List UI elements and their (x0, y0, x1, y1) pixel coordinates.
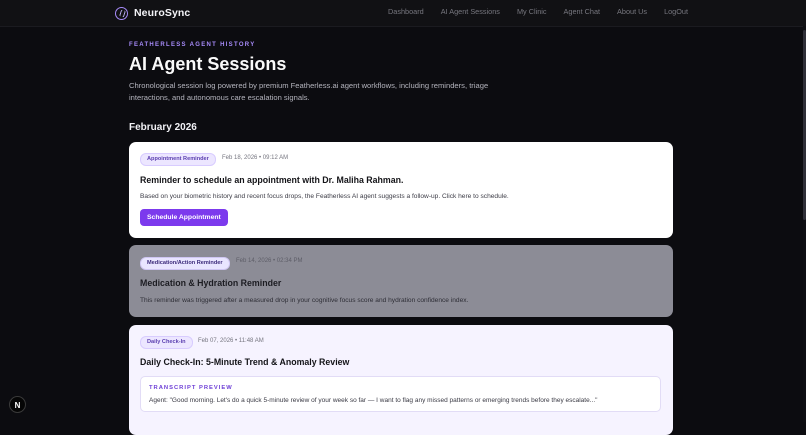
session-card-medication-reminder: Medication/Action Reminder Feb 14, 2026 … (129, 245, 673, 317)
top-navigation-bar: NeuroSync Dashboard AI Agent Sessions My… (0, 0, 806, 27)
session-body: Based on your biometric history and rece… (140, 193, 509, 200)
brand[interactable]: NeuroSync (115, 5, 190, 21)
session-body: This reminder was triggered after a meas… (140, 297, 469, 304)
page-description: Chronological session log powered by pre… (129, 81, 489, 102)
dev-indicator-button[interactable]: N (9, 396, 26, 413)
session-card-daily-check-in: Daily Check-In Feb 07, 2026 • 11:48 AM D… (129, 325, 673, 435)
session-title: Reminder to schedule an appointment with… (140, 175, 404, 185)
schedule-appointment-button[interactable]: Schedule Appointment (140, 209, 228, 226)
transcript-preview: TRANSCRIPT PREVIEW Agent: "Good morning.… (140, 376, 661, 412)
session-timestamp: Feb 14, 2026 • 02:34 PM (236, 258, 303, 264)
session-title: Medication & Hydration Reminder (140, 278, 282, 288)
session-type-badge: Appointment Reminder (140, 153, 216, 166)
nav-my-clinic[interactable]: My Clinic (517, 7, 547, 16)
session-timestamp: Feb 18, 2026 • 09:12 AM (222, 155, 289, 161)
session-card-appointment-reminder: Appointment Reminder Feb 18, 2026 • 09:1… (129, 142, 673, 238)
nav-agent-chat[interactable]: Agent Chat (564, 7, 601, 16)
session-title: Daily Check-In: 5-Minute Trend & Anomaly… (140, 357, 350, 367)
transcript-label: TRANSCRIPT PREVIEW (149, 385, 233, 391)
neurosync-logo-icon (115, 6, 128, 20)
brand-name: NeuroSync (134, 7, 191, 19)
nav-ai-agent-sessions[interactable]: AI Agent Sessions (441, 7, 500, 16)
main-nav: Dashboard AI Agent Sessions My Clinic Ag… (388, 7, 688, 16)
nav-logout[interactable]: LogOut (664, 7, 688, 16)
transcript-text: Agent: "Good morning. Let's do a quick 5… (149, 397, 598, 404)
nav-dashboard[interactable]: Dashboard (388, 7, 424, 16)
page-title: AI Agent Sessions (129, 54, 287, 74)
month-heading: February 2026 (129, 122, 197, 133)
session-timestamp: Feb 07, 2026 • 11:48 AM (198, 338, 264, 344)
nav-about-us[interactable]: About Us (617, 7, 647, 16)
page-eyebrow: FEATHERLESS AGENT HISTORY (129, 42, 256, 48)
session-type-badge: Daily Check-In (140, 336, 193, 349)
session-type-badge: Medication/Action Reminder (140, 257, 230, 270)
